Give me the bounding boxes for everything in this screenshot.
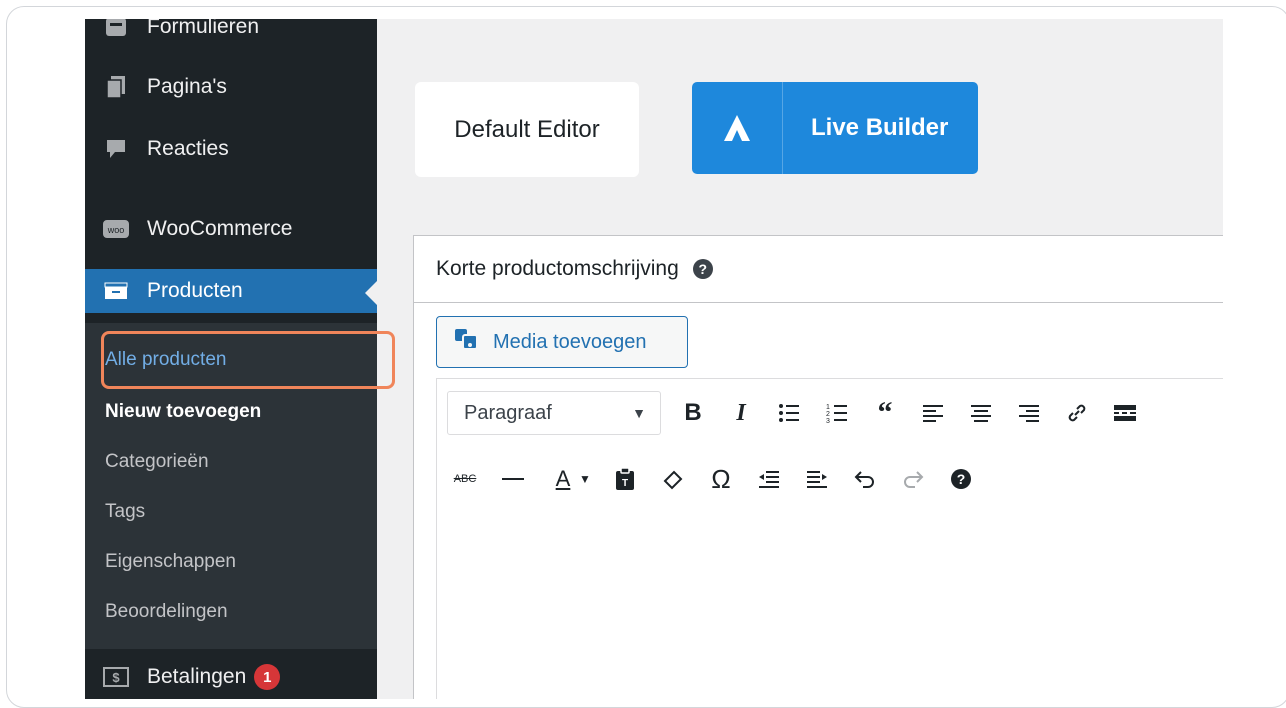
italic-icon[interactable]: I (723, 395, 759, 431)
align-center-icon[interactable] (963, 395, 999, 431)
screenshot-frame: Formulieren Pagina's Reacties woo WooCom… (6, 6, 1286, 708)
clear-formatting-icon[interactable] (655, 461, 691, 497)
format-select[interactable]: Paragraaf ▼ (447, 391, 661, 435)
menu-label-formulieren: Formulieren (147, 19, 260, 38)
pages-icon (103, 76, 129, 99)
format-select-value: Paragraaf (464, 401, 552, 424)
live-builder-logo-icon (692, 82, 783, 174)
menu-label-paginas: Pagina's (147, 75, 227, 98)
menu-item-paginas[interactable]: Pagina's (85, 65, 377, 109)
bullet-list-icon[interactable] (771, 395, 807, 431)
menu-label-producten: Producten (147, 279, 243, 302)
metabox-header: Korte productomschrijving ? (414, 236, 1223, 303)
indent-icon[interactable] (799, 461, 835, 497)
horizontal-line-icon[interactable] (495, 461, 531, 497)
outdent-icon[interactable] (751, 461, 787, 497)
numbered-list-icon[interactable]: 123 (819, 395, 855, 431)
menu-item-reacties[interactable]: Reacties (85, 127, 377, 171)
short-description-metabox: Korte productomschrijving ? Media toevoe… (413, 235, 1223, 699)
woo-icon: woo (103, 218, 129, 240)
archive-icon (103, 280, 129, 302)
metabox-title: Korte productomschrijving (436, 257, 679, 280)
form-icon (103, 19, 129, 38)
redo-icon[interactable] (895, 461, 931, 497)
menu-label-betalingen: Betalingen (147, 665, 247, 688)
undo-icon[interactable] (847, 461, 883, 497)
menu-label-woocommerce: WooCommerce (147, 217, 293, 240)
add-media-label: Media toevoegen (493, 330, 647, 353)
comments-icon (103, 138, 129, 160)
svg-text:1: 1 (826, 404, 830, 411)
highlight-box (101, 331, 395, 389)
svg-text:3: 3 (826, 418, 830, 424)
link-icon[interactable] (1059, 395, 1095, 431)
submenu-categorieen[interactable]: Categorieën (105, 451, 209, 473)
menu-item-producten[interactable]: Producten (85, 269, 377, 313)
media-icon (453, 327, 481, 357)
special-character-icon[interactable]: Ω (703, 461, 739, 497)
notification-badge: 1 (254, 664, 281, 690)
active-menu-arrow (365, 281, 377, 305)
help-icon[interactable]: ? (692, 259, 713, 279)
blockquote-icon[interactable]: “ (867, 395, 903, 431)
add-media-button[interactable]: Media toevoegen (436, 316, 688, 368)
payments-icon: $ (103, 666, 129, 688)
editor-toolbar: Paragraaf ▼ B I 123 “ ABC A ▼ T Ω ? (436, 378, 1223, 556)
svg-text:$: $ (112, 670, 120, 685)
read-more-icon[interactable] (1107, 395, 1143, 431)
live-builder-label: Live Builder (811, 114, 949, 141)
woo-icon-text: woo (107, 225, 125, 235)
menu-item-woocommerce[interactable]: woo WooCommerce (85, 207, 377, 251)
editor-content-area[interactable] (436, 532, 1223, 699)
text-color-dropdown-icon[interactable]: ▼ (575, 461, 595, 497)
default-editor-button[interactable]: Default Editor (415, 82, 639, 177)
submenu-tags[interactable]: Tags (105, 501, 145, 523)
paste-text-icon[interactable]: T (607, 461, 643, 497)
menu-item-betalingen[interactable]: $ Betalingen 1 (85, 655, 377, 699)
align-left-icon[interactable] (915, 395, 951, 431)
svg-text:?: ? (957, 471, 966, 487)
menu-item-formulieren[interactable]: Formulieren (85, 19, 377, 49)
live-builder-button[interactable]: Live Builder (692, 82, 978, 174)
svg-text:2: 2 (826, 411, 830, 418)
toolbar-help-icon[interactable]: ? (943, 461, 979, 497)
submenu-beoordelingen[interactable]: Beoordelingen (105, 601, 228, 623)
wp-admin-screen: Formulieren Pagina's Reacties woo WooCom… (85, 19, 1223, 699)
align-right-icon[interactable] (1011, 395, 1047, 431)
chevron-down-icon: ▼ (632, 405, 646, 421)
menu-label-reacties: Reacties (147, 137, 229, 160)
bold-icon[interactable]: B (675, 395, 711, 431)
strikethrough-icon[interactable]: ABC (447, 461, 483, 497)
default-editor-label: Default Editor (454, 115, 600, 143)
submenu-nieuw-toevoegen[interactable]: Nieuw toevoegen (105, 401, 261, 423)
submenu-eigenschappen[interactable]: Eigenschappen (105, 551, 236, 573)
svg-text:T: T (622, 478, 628, 489)
